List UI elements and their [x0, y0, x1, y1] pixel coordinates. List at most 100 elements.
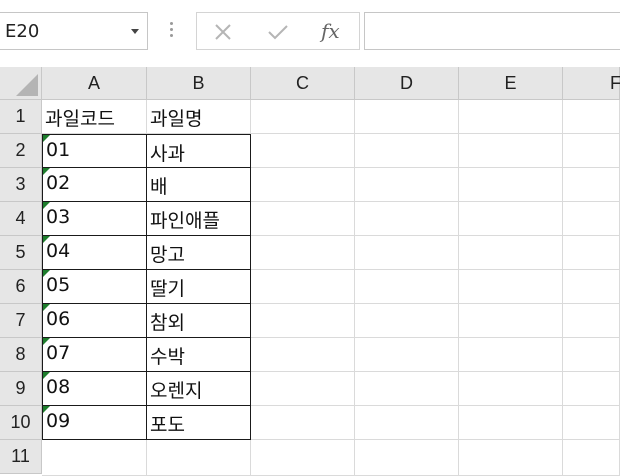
- cell-b6[interactable]: 딸기: [146, 269, 251, 304]
- row-header-3[interactable]: 3: [0, 168, 42, 202]
- cell-c8[interactable]: [251, 338, 355, 372]
- cell-b5[interactable]: 망고: [146, 235, 251, 270]
- cell-f11[interactable]: [563, 440, 620, 476]
- cell-d5[interactable]: [355, 236, 459, 270]
- cell-e8[interactable]: [459, 338, 563, 372]
- cell-d4[interactable]: [355, 202, 459, 236]
- select-all-button[interactable]: [0, 67, 42, 100]
- cell-e1[interactable]: [459, 100, 563, 134]
- cell-d2[interactable]: [355, 134, 459, 168]
- cell-a3[interactable]: 02: [42, 167, 147, 202]
- cell-c6[interactable]: [251, 270, 355, 304]
- drag-handle-icon[interactable]: [170, 22, 174, 40]
- cell-text: 오렌지: [150, 380, 203, 402]
- cell-b3[interactable]: 배: [146, 167, 251, 202]
- column-header-e[interactable]: E: [459, 67, 563, 100]
- cell-e4[interactable]: [459, 202, 563, 236]
- row-header-6[interactable]: 6: [0, 270, 42, 304]
- cell-b10[interactable]: 포도: [146, 405, 251, 440]
- cell-d11[interactable]: [355, 440, 459, 476]
- cell-a8[interactable]: 07: [42, 337, 147, 372]
- cell-e10[interactable]: [459, 406, 563, 440]
- cell-d9[interactable]: [355, 372, 459, 406]
- cell-d7[interactable]: [355, 304, 459, 338]
- cell-f5[interactable]: [563, 236, 620, 270]
- cell-b7[interactable]: 참외: [146, 303, 251, 338]
- name-box-value: E20: [5, 21, 40, 42]
- cell-c2[interactable]: [251, 134, 355, 168]
- cell-b8[interactable]: 수박: [146, 337, 251, 372]
- cell-f9[interactable]: [563, 372, 620, 406]
- row-header-7[interactable]: 7: [0, 304, 42, 338]
- cell-e2[interactable]: [459, 134, 563, 168]
- cell-a1[interactable]: 과일코드: [42, 100, 147, 134]
- cell-e9[interactable]: [459, 372, 563, 406]
- formula-bar-area: E20 fx: [0, 0, 620, 67]
- column-header-c[interactable]: C: [251, 67, 355, 100]
- cell-d6[interactable]: [355, 270, 459, 304]
- row-header-4[interactable]: 4: [0, 202, 42, 236]
- cell-a4[interactable]: 03: [42, 201, 147, 236]
- cell-e3[interactable]: [459, 168, 563, 202]
- cell-text: 딸기: [150, 278, 185, 300]
- cell-c5[interactable]: [251, 236, 355, 270]
- cell-f1[interactable]: [563, 100, 620, 134]
- cell-a6[interactable]: 05: [42, 269, 147, 304]
- cell-text: 08: [46, 376, 71, 398]
- chevron-down-icon[interactable]: [131, 29, 139, 34]
- cell-b4[interactable]: 파인애플: [146, 201, 251, 236]
- cell-c11[interactable]: [251, 440, 355, 476]
- cell-text: 사과: [150, 143, 185, 165]
- cell-a5[interactable]: 04: [42, 235, 147, 270]
- cell-text: 과일명: [150, 108, 203, 130]
- cell-b2[interactable]: 사과: [146, 134, 251, 168]
- cell-b9[interactable]: 오렌지: [146, 371, 251, 406]
- cell-d10[interactable]: [355, 406, 459, 440]
- row-header-8[interactable]: 8: [0, 338, 42, 372]
- cell-f4[interactable]: [563, 202, 620, 236]
- cell-a9[interactable]: 08: [42, 371, 147, 406]
- column-header-a[interactable]: A: [42, 67, 147, 100]
- column-header-f[interactable]: F: [563, 67, 620, 100]
- row-header-10[interactable]: 10: [0, 406, 42, 440]
- cell-d1[interactable]: [355, 100, 459, 134]
- cell-c4[interactable]: [251, 202, 355, 236]
- cell-f3[interactable]: [563, 168, 620, 202]
- insert-function-button[interactable]: fx: [321, 19, 340, 43]
- cell-a10[interactable]: 09: [42, 405, 147, 440]
- cell-e6[interactable]: [459, 270, 563, 304]
- cell-c10[interactable]: [251, 406, 355, 440]
- cell-a11[interactable]: [42, 440, 147, 476]
- spreadsheet-grid: A B C D E F 1 2 3 4 5 6 7 8 9 10 11 과일코드…: [0, 67, 620, 476]
- cell-b1[interactable]: 과일명: [147, 100, 251, 134]
- cell-e11[interactable]: [459, 440, 563, 476]
- cell-e7[interactable]: [459, 304, 563, 338]
- cell-a7[interactable]: 06: [42, 303, 147, 338]
- column-header-d[interactable]: D: [355, 67, 459, 100]
- cell-d8[interactable]: [355, 338, 459, 372]
- row-header-11[interactable]: 11: [0, 440, 42, 474]
- name-box[interactable]: E20: [0, 12, 148, 50]
- cell-c1[interactable]: [251, 100, 355, 134]
- cell-f2[interactable]: [563, 134, 620, 168]
- formula-input[interactable]: [364, 12, 620, 50]
- row-header-1[interactable]: 1: [0, 100, 42, 134]
- row-header-5[interactable]: 5: [0, 236, 42, 270]
- column-header-b[interactable]: B: [147, 67, 251, 100]
- cell-f6[interactable]: [563, 270, 620, 304]
- row-header-2[interactable]: 2: [0, 134, 42, 168]
- cell-c7[interactable]: [251, 304, 355, 338]
- cell-f7[interactable]: [563, 304, 620, 338]
- enter-button[interactable]: [251, 13, 301, 49]
- cell-f8[interactable]: [563, 338, 620, 372]
- cell-b11[interactable]: [147, 440, 251, 476]
- row-header-9[interactable]: 9: [0, 372, 42, 406]
- cell-c3[interactable]: [251, 168, 355, 202]
- cell-c9[interactable]: [251, 372, 355, 406]
- cell-text: 09: [46, 410, 71, 432]
- cancel-button[interactable]: [197, 13, 247, 49]
- cell-a2[interactable]: 01: [42, 134, 147, 168]
- cell-e5[interactable]: [459, 236, 563, 270]
- cell-d3[interactable]: [355, 168, 459, 202]
- cell-f10[interactable]: [563, 406, 620, 440]
